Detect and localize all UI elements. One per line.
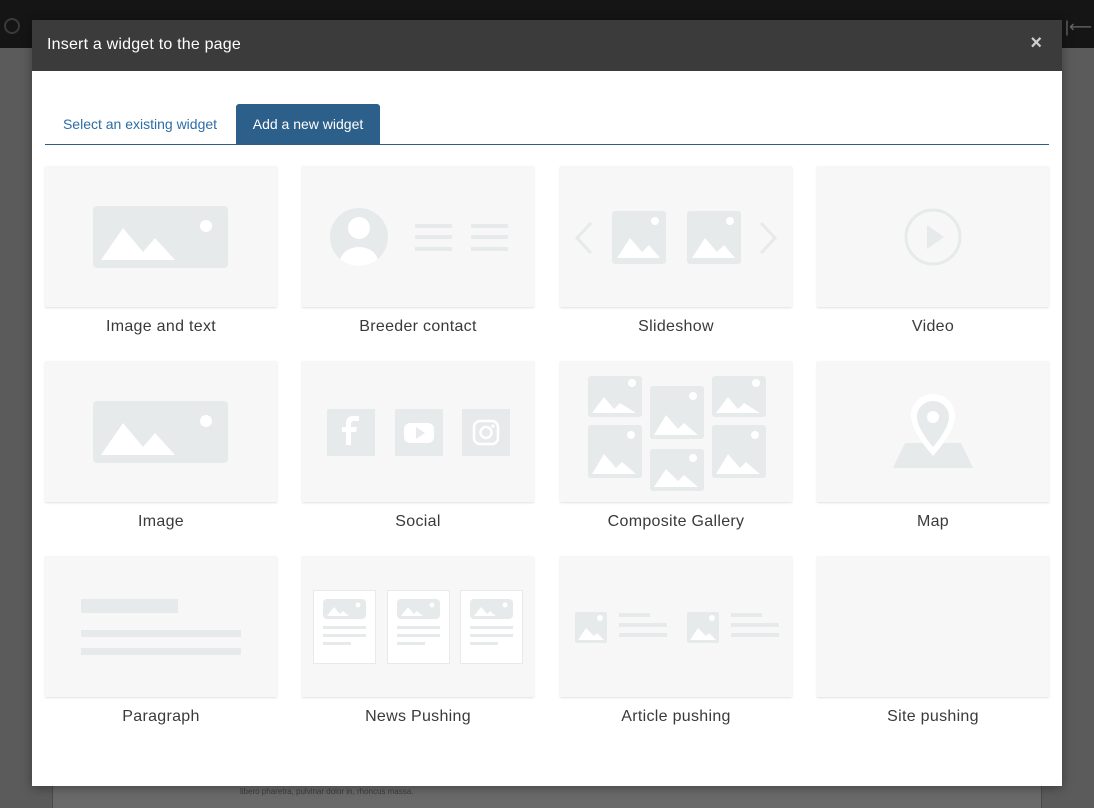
widget-news-pushing[interactable]: News Pushing	[302, 556, 534, 730]
insert-widget-modal: Insert a widget to the page × Select an …	[32, 20, 1062, 786]
widget-social[interactable]: Social	[302, 361, 534, 535]
widget-thumbnail	[302, 361, 534, 502]
breeder-contact-icon	[330, 208, 508, 266]
widget-thumbnail	[560, 361, 792, 502]
widget-video[interactable]: Video	[817, 166, 1049, 340]
modal-header: Insert a widget to the page ×	[32, 20, 1062, 71]
social-icons	[327, 409, 510, 456]
article-pushing-icon	[575, 612, 779, 643]
widget-image[interactable]: Image	[45, 361, 277, 535]
widget-map[interactable]: Map	[817, 361, 1049, 535]
widget-image-and-text[interactable]: Image and text	[45, 166, 277, 340]
instagram-icon	[462, 409, 510, 456]
widget-label: Map	[916, 513, 950, 530]
widget-site-pushing[interactable]: Site pushing	[817, 556, 1049, 730]
logo-icon	[4, 18, 20, 34]
widget-label: News Pushing	[365, 708, 471, 725]
widget-thumbnail	[817, 361, 1049, 502]
news-pushing-icon	[313, 590, 523, 664]
slideshow-icon	[574, 211, 778, 264]
widget-paragraph[interactable]: Paragraph	[45, 556, 277, 730]
widget-label: Article pushing	[621, 708, 731, 725]
widget-label: Social	[395, 513, 441, 530]
widget-thumbnail	[45, 556, 277, 697]
widget-label: Video	[911, 318, 955, 335]
youtube-icon	[395, 409, 443, 456]
widget-thumbnail	[45, 361, 277, 502]
widget-label: Paragraph	[122, 708, 200, 725]
widget-label: Image and text	[105, 318, 217, 335]
widget-thumbnail	[302, 166, 534, 307]
tab-select-existing-widget[interactable]: Select an existing widget	[45, 104, 235, 144]
modal-title: Insert a widget to the page	[47, 36, 241, 53]
image-icon	[93, 401, 228, 463]
tab-bar: Select an existing widget Add a new widg…	[45, 104, 1049, 145]
widget-thumbnail	[560, 556, 792, 697]
widget-thumbnail	[45, 166, 277, 307]
image-and-text-icon	[93, 206, 228, 268]
widget-breeder-contact[interactable]: Breeder contact	[302, 166, 534, 340]
widget-composite-gallery[interactable]: Composite Gallery	[560, 361, 792, 535]
widget-thumbnail	[560, 166, 792, 307]
paragraph-icon	[81, 599, 241, 655]
tab-add-new-widget[interactable]: Add a new widget	[236, 104, 380, 144]
widget-label: Slideshow	[638, 318, 714, 335]
facebook-icon	[327, 409, 375, 456]
background-text: libero pharetra, pulvinar dolor in, rhon…	[240, 787, 414, 796]
widget-label: Image	[138, 513, 184, 530]
close-icon[interactable]: ×	[1030, 33, 1042, 53]
widget-thumbnail	[817, 166, 1049, 307]
video-play-icon	[904, 208, 962, 266]
widget-thumbnail	[302, 556, 534, 697]
composite-gallery-icon	[588, 376, 766, 491]
widget-thumbnail	[817, 556, 1049, 697]
widget-article-pushing[interactable]: Article pushing	[560, 556, 792, 730]
widget-label: Breeder contact	[359, 318, 477, 335]
widget-label: Site pushing	[887, 708, 979, 725]
widget-slideshow[interactable]: Slideshow	[560, 166, 792, 340]
map-pin-icon	[893, 394, 973, 468]
collapse-icon: |⟵	[1064, 19, 1092, 36]
widget-label: Composite Gallery	[607, 513, 745, 530]
